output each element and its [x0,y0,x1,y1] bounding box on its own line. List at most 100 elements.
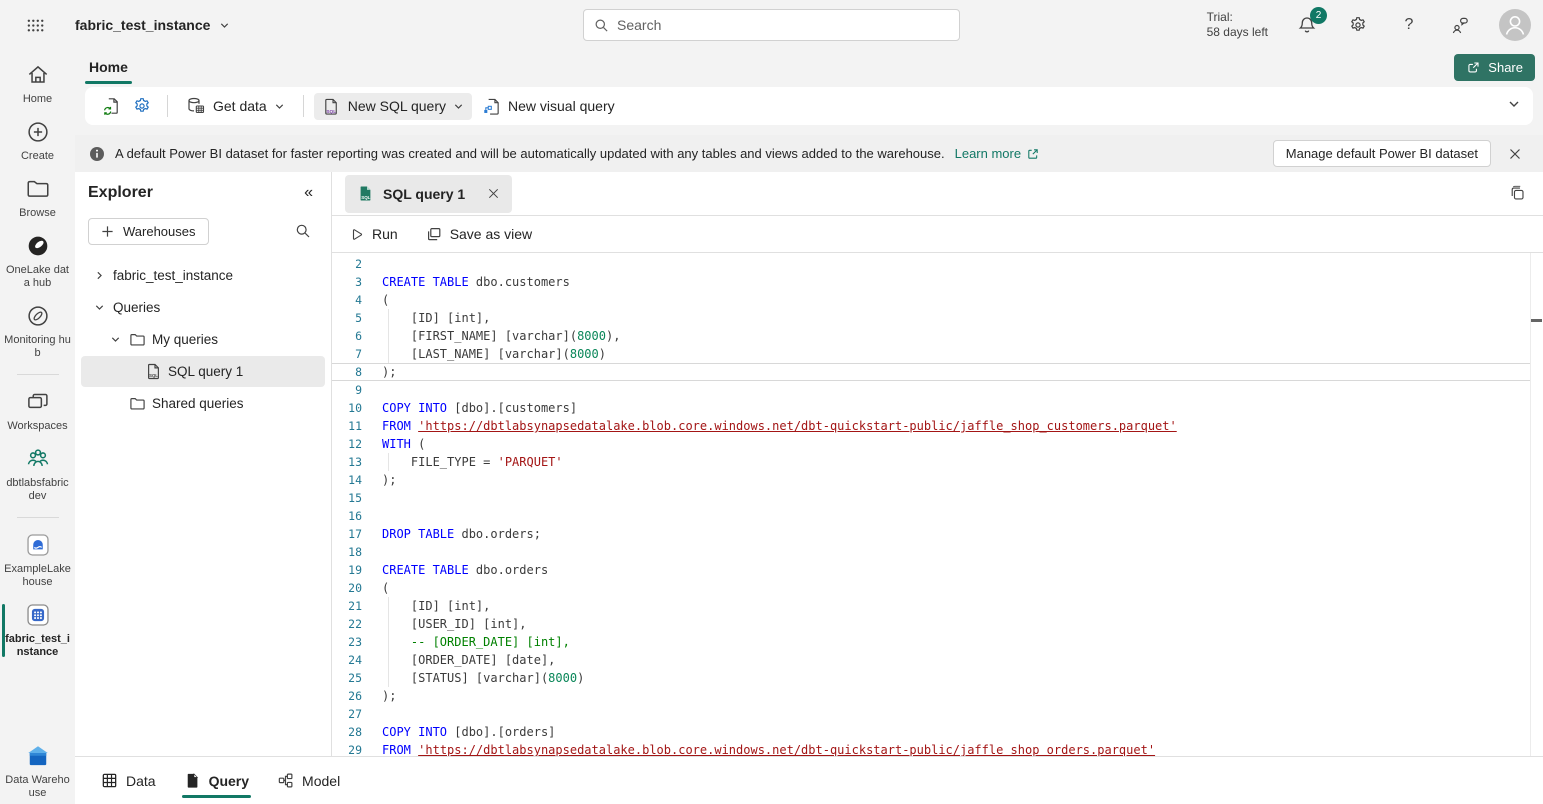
new-sql-query-button[interactable]: SQL New SQL query [314,93,472,120]
info-banner: A default Power BI dataset for faster re… [75,135,1543,172]
run-label: Run [372,226,398,242]
code-line-29[interactable]: 29FROM 'https://dbtlabsynapsedatalake.bl… [332,741,1543,756]
code-line-9[interactable]: 9 [332,381,1543,399]
tab-home[interactable]: Home [85,51,132,84]
share-icon [1466,60,1481,75]
banner-close-button[interactable] [1501,140,1529,168]
trial-status: Trial: 58 days left [1207,10,1268,40]
editor-scrollbar[interactable] [1530,253,1543,756]
code-line-17[interactable]: 17DROP TABLE dbo.orders; [332,525,1543,543]
code-line-23[interactable]: 23 -- [ORDER_DATE] [int], [332,633,1543,651]
code-line-13[interactable]: 13 FILE_TYPE = 'PARQUET' [332,453,1543,471]
new-warehouse-label: Warehouses [123,224,196,239]
refresh-button[interactable] [97,91,127,121]
code-line-14[interactable]: 14); [332,471,1543,489]
code-line-4[interactable]: 4( [332,291,1543,309]
waffle-icon [26,16,45,35]
code-line-11[interactable]: 11FROM 'https://dbtlabsynapsedatalake.bl… [332,417,1543,435]
line-number: 10 [332,399,370,417]
tree-item-my-queries[interactable]: My queries [81,324,325,355]
chevron-right-icon[interactable] [91,270,107,281]
fabric-app: fabric_test_instance Trial: 58 days left… [0,0,1543,804]
code-text: -- [ORDER_DATE] [int], [382,633,1543,651]
line-number: 19 [332,561,370,579]
ribbon: Get data SQL New SQL query New visual qu… [85,87,1533,125]
tree-item-queries[interactable]: Queries [81,292,325,323]
account-avatar[interactable] [1499,9,1531,41]
app-launcher-icon[interactable] [24,14,46,36]
warehouse-settings-button[interactable] [127,91,157,121]
code-line-19[interactable]: 19CREATE TABLE dbo.orders [332,561,1543,579]
code-line-21[interactable]: 21 [ID] [int], [332,597,1543,615]
code-line-8[interactable]: 8); [332,363,1543,381]
sql-code-editor[interactable]: 23CREATE TABLE dbo.customers4(5 [ID] [in… [332,253,1543,756]
code-line-28[interactable]: 28COPY INTO [dbo].[orders] [332,723,1543,741]
chevron-down-icon[interactable] [91,302,107,313]
copy-button[interactable] [1503,180,1531,208]
view-tab-data[interactable]: Data [99,757,158,804]
workspace-switcher[interactable]: fabric_test_instance [75,17,230,33]
code-line-10[interactable]: 10COPY INTO [dbo].[customers] [332,399,1543,417]
line-number: 16 [332,507,370,525]
view-tab-query[interactable]: Query [182,757,251,804]
scrollbar-thumb[interactable] [1531,319,1542,322]
new-warehouse-button[interactable]: Warehouses [88,218,209,245]
notifications-button[interactable]: 2 [1295,13,1319,37]
code-line-3[interactable]: 3CREATE TABLE dbo.customers [332,273,1543,291]
code-line-24[interactable]: 24 [ORDER_DATE] [date], [332,651,1543,669]
ribbon-divider [303,95,304,117]
explorer-search-button[interactable] [289,217,317,245]
code-line-2[interactable]: 2 [332,255,1543,273]
explorer-tree: fabric_test_instance Queries My queriesSQL… [75,259,331,420]
manage-default-dataset-button[interactable]: Manage default Power BI dataset [1273,140,1491,167]
view-tab-label: Model [302,773,340,789]
collapse-explorer-button[interactable]: « [304,184,313,202]
rail-item-onelake-data-hub[interactable]: OneLake data hub [0,233,75,290]
save-as-view-button[interactable]: Save as view [426,226,532,242]
rail-item-data-warehouse[interactable]: Data Warehouse [0,743,75,800]
code-line-15[interactable]: 15 [332,489,1543,507]
code-line-27[interactable]: 27 [332,705,1543,723]
code-line-7[interactable]: 7 [LAST_NAME] [varchar](8000) [332,345,1543,363]
rail-item-browse[interactable]: Browse [0,176,75,220]
folder-icon [129,395,146,412]
rail-item-home[interactable]: Home [0,62,75,106]
gear-icon [1348,15,1368,35]
view-tab-model[interactable]: Model [275,757,342,804]
help-button[interactable]: ? [1397,13,1421,37]
collapse-ribbon-button[interactable] [1507,97,1521,114]
chevron-down-icon[interactable] [107,334,123,345]
rail-item-dbtlabsfabricdev[interactable]: dbtlabsfabricdev [0,446,75,503]
rail-item-examplelakehouse[interactable]: ExampleLakehouse [0,532,75,589]
code-line-22[interactable]: 22 [USER_ID] [int], [332,615,1543,633]
close-tab-button[interactable] [482,183,504,205]
code-line-6[interactable]: 6 [FIRST_NAME] [varchar](8000), [332,327,1543,345]
rail-item-create[interactable]: Create [0,119,75,163]
get-data-button[interactable]: Get data [178,92,293,120]
tree-item-label: Queries [113,300,160,315]
feedback-button[interactable] [1448,13,1472,37]
view-tab-label: Query [209,773,249,789]
share-button[interactable]: Share [1454,54,1535,81]
code-line-25[interactable]: 25 [STATUS] [varchar](8000) [332,669,1543,687]
tree-item-sql-query-1[interactable]: SQLSQL query 1 [81,356,325,387]
code-line-16[interactable]: 16 [332,507,1543,525]
tree-item-shared-queries[interactable]: Shared queries [81,388,325,419]
code-line-20[interactable]: 20( [332,579,1543,597]
rail-item-fabric-test-instance[interactable]: fabric_test_instance [0,602,75,659]
run-button[interactable]: Run [349,226,398,242]
new-visual-query-button[interactable]: New visual query [474,93,623,120]
code-line-18[interactable]: 18 [332,543,1543,561]
learn-more-link[interactable]: Learn more [955,146,1040,161]
code-line-26[interactable]: 26); [332,687,1543,705]
code-line-5[interactable]: 5 [ID] [int], [332,309,1543,327]
line-number: 13 [332,453,370,471]
tree-item-fabric-test-instance[interactable]: fabric_test_instance [81,260,325,291]
code-line-12[interactable]: 12WITH ( [332,435,1543,453]
settings-button[interactable] [1346,13,1370,37]
rail-item-workspaces[interactable]: Workspaces [0,389,75,433]
query-tab-sql-query-1[interactable]: SQL SQL query 1 [345,175,512,213]
rail-item-monitoring-hub[interactable]: Monitoring hub [0,303,75,360]
chevron-down-icon [1507,97,1521,111]
search-input[interactable] [617,17,959,33]
